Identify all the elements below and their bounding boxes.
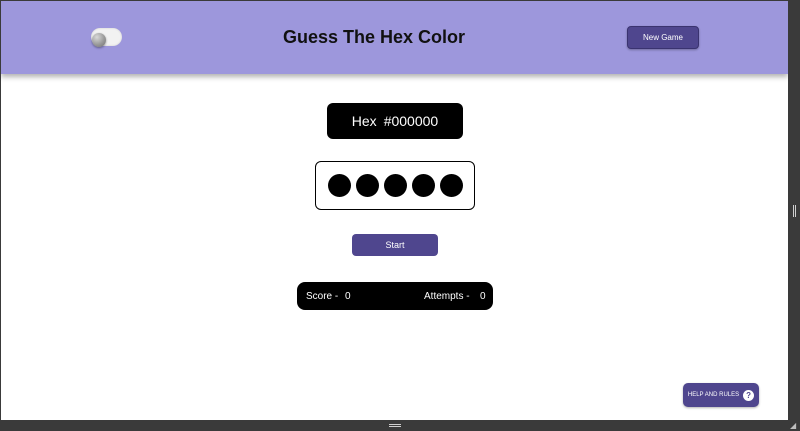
horizontal-grip-icon[interactable] (389, 424, 401, 427)
score-panel: Score - 0 Attempts - 0 (297, 282, 493, 310)
score-value: 0 (345, 291, 351, 302)
question-icon: ? (743, 389, 755, 401)
hex-value: #000000 (383, 113, 439, 129)
start-button[interactable]: Start (352, 234, 438, 256)
score-label: Score - (306, 291, 339, 302)
color-option[interactable] (439, 174, 463, 197)
help-and-rules-button[interactable]: HELP AND RULES ? (683, 383, 759, 407)
app-viewport: Guess The Hex Color New Game Hex #000000… (1, 1, 788, 420)
hex-display: Hex #000000 (327, 103, 463, 139)
help-label: HELP AND RULES (687, 392, 740, 398)
attempts-value: 0 (480, 291, 486, 302)
color-option[interactable] (411, 174, 435, 197)
color-option[interactable] (355, 174, 379, 197)
hex-label: Hex (351, 113, 377, 129)
resize-handle-icon[interactable]: ◢ (790, 422, 799, 430)
color-option[interactable] (327, 174, 351, 197)
color-options (315, 161, 475, 210)
header-bar: Guess The Hex Color New Game (1, 1, 788, 74)
vertical-grip-icon[interactable] (793, 205, 796, 217)
attempts-label: Attempts - (424, 291, 470, 302)
new-game-button[interactable]: New Game (627, 26, 699, 49)
color-option[interactable] (383, 174, 407, 197)
